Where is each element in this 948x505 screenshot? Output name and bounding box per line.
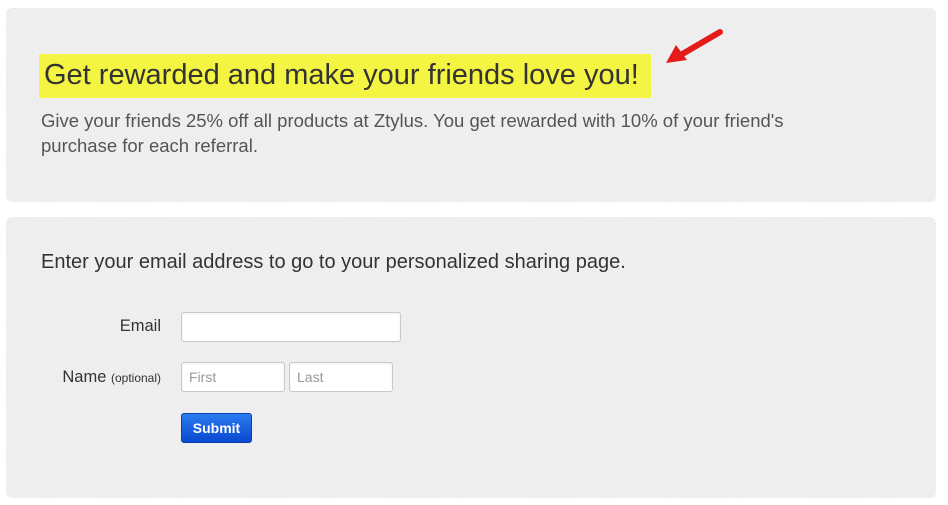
submit-button[interactable]: Submit <box>181 413 252 443</box>
headline-highlight: Get rewarded and make your friends love … <box>39 54 651 98</box>
signup-instruction: Enter your email address to go to your p… <box>41 251 626 273</box>
email-label: Email <box>120 317 161 336</box>
page-headline: Get rewarded and make your friends love … <box>44 58 639 91</box>
signup-panel: Enter your email address to go to your p… <box>6 217 936 498</box>
hero-description: Give your friends 25% off all products a… <box>41 110 784 156</box>
email-input[interactable] <box>181 312 401 342</box>
email-label-text: Email <box>119 317 161 335</box>
optional-label: (optional) <box>110 371 161 385</box>
hero-panel: Get rewarded and make your friends love … <box>6 8 936 202</box>
last-name-input[interactable] <box>289 362 393 392</box>
red-arrow-icon <box>666 29 723 63</box>
name-label-text: Name <box>62 368 107 386</box>
first-name-input[interactable] <box>181 362 285 392</box>
name-label: Name (optional) <box>62 368 161 387</box>
